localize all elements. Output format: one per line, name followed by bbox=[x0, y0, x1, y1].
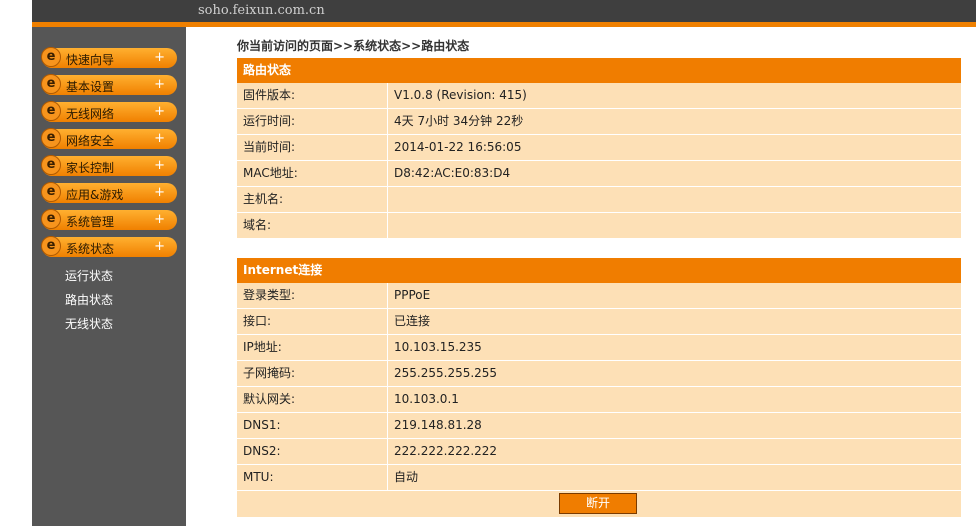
row-value: 10.103.15.235 bbox=[394, 340, 482, 354]
table-row: MAC地址: D8:42:AC:E0:83:D4 bbox=[237, 161, 961, 187]
menu-item-basic-settings[interactable]: e 基本设置 + bbox=[41, 74, 177, 95]
row-value: 222.222.222.222 bbox=[394, 444, 498, 458]
menu-item-label: 系统管理 bbox=[66, 215, 115, 229]
table-row: 运行时间: 4天 7小时 34分钟 22秒 bbox=[237, 109, 961, 135]
row-value: 2014-01-22 16:56:05 bbox=[394, 140, 522, 154]
phicomm-logo-icon: e bbox=[41, 101, 61, 121]
row-value: 10.103.0.1 bbox=[394, 392, 459, 406]
phicomm-logo-icon: e bbox=[41, 236, 61, 256]
menu-item-system-management[interactable]: e 系统管理 + bbox=[41, 209, 177, 230]
row-value: 4天 7小时 34分钟 22秒 bbox=[394, 114, 524, 128]
phicomm-logo-icon: e bbox=[41, 209, 61, 229]
breadcrumb: 你当前访问的页面>>系统状态>>路由状态 bbox=[237, 39, 470, 53]
menu-item-security[interactable]: e 网络安全 + bbox=[41, 128, 177, 149]
phicomm-logo-icon: e bbox=[41, 182, 61, 202]
row-key: MTU: bbox=[243, 470, 274, 484]
expand-plus-icon: + bbox=[154, 77, 165, 92]
menu-item-system-status[interactable]: e 系统状态 + bbox=[41, 236, 177, 257]
disconnect-button[interactable]: 断开 bbox=[559, 493, 637, 514]
row-key: 固件版本: bbox=[243, 88, 296, 102]
submenu-item-running-status[interactable]: 运行状态 bbox=[65, 269, 113, 293]
row-key: 默认网关: bbox=[243, 392, 296, 406]
table-row: DNS2: 222.222.222.222 bbox=[237, 439, 961, 465]
row-value: 自动 bbox=[394, 470, 419, 484]
row-key: 接口: bbox=[243, 314, 272, 328]
expand-plus-icon: + bbox=[154, 212, 165, 227]
submenu-item-router-status[interactable]: 路由状态 bbox=[65, 293, 113, 317]
menu-item-label: 无线网络 bbox=[66, 107, 115, 121]
expand-plus-icon: + bbox=[154, 158, 165, 173]
submenu-item-wireless-status[interactable]: 无线状态 bbox=[65, 317, 113, 341]
site-domain: soho.feixun.com.cn bbox=[198, 3, 325, 18]
row-key: 当前时间: bbox=[243, 140, 296, 154]
row-key: DNS2: bbox=[243, 444, 281, 458]
section-title: Internet连接 bbox=[237, 258, 961, 283]
row-key: 主机名: bbox=[243, 192, 284, 206]
phicomm-logo-icon: e bbox=[41, 155, 61, 175]
section-title: 路由状态 bbox=[237, 58, 961, 83]
table-row: 固件版本: V1.0.8 (Revision: 415) bbox=[237, 83, 961, 109]
expand-plus-icon: + bbox=[154, 104, 165, 119]
table-row: IP地址: 10.103.15.235 bbox=[237, 335, 961, 361]
row-key: 子网掩码: bbox=[243, 366, 296, 380]
row-key: MAC地址: bbox=[243, 166, 298, 180]
phicomm-logo-icon: e bbox=[41, 128, 61, 148]
row-key: 域名: bbox=[243, 218, 272, 232]
menu-item-label: 应用&游戏 bbox=[66, 188, 124, 202]
menu-item-wireless[interactable]: e 无线网络 + bbox=[41, 101, 177, 122]
expand-plus-icon: + bbox=[154, 50, 165, 65]
row-key: 运行时间: bbox=[243, 114, 296, 128]
table-row: 子网掩码: 255.255.255.255 bbox=[237, 361, 961, 387]
router-status-section: 路由状态 固件版本: V1.0.8 (Revision: 415) 运行时间: 4天… bbox=[237, 58, 961, 239]
row-value: V1.0.8 (Revision: 415) bbox=[394, 88, 527, 102]
table-row: 登录类型: PPPoE bbox=[237, 283, 961, 309]
sidebar-menu: e 快速向导 + e 基本设置 + e 无线网络 + e 网络安全 + e 家长… bbox=[41, 47, 177, 264]
table-row: 当前时间: 2014-01-22 16:56:05 bbox=[237, 135, 961, 161]
status-submenu: 运行状态 路由状态 无线状态 bbox=[65, 269, 113, 341]
menu-item-label: 网络安全 bbox=[66, 134, 115, 148]
expand-plus-icon: + bbox=[154, 131, 165, 146]
menu-item-quick-setup[interactable]: e 快速向导 + bbox=[41, 47, 177, 68]
menu-item-label: 基本设置 bbox=[66, 80, 115, 94]
expand-plus-icon: + bbox=[154, 239, 165, 254]
button-row: 断开 bbox=[237, 491, 961, 517]
row-key: 登录类型: bbox=[243, 288, 296, 302]
table-row: MTU: 自动 bbox=[237, 465, 961, 491]
menu-item-label: 快速向导 bbox=[66, 53, 115, 67]
phicomm-logo-icon: e bbox=[41, 74, 61, 94]
table-row: 域名: bbox=[237, 213, 961, 239]
menu-item-apps-games[interactable]: e 应用&游戏 + bbox=[41, 182, 177, 203]
expand-plus-icon: + bbox=[154, 185, 165, 200]
internet-connection-section: Internet连接 登录类型: PPPoE 接口: 已连接 IP地址: 10.103… bbox=[237, 258, 961, 517]
row-key: DNS1: bbox=[243, 418, 281, 432]
menu-item-parental-control[interactable]: e 家长控制 + bbox=[41, 155, 177, 176]
table-row: 默认网关: 10.103.0.1 bbox=[237, 387, 961, 413]
row-value: 已连接 bbox=[394, 314, 431, 328]
menu-item-label: 家长控制 bbox=[66, 161, 115, 175]
sidebar: e 快速向导 + e 基本设置 + e 无线网络 + e 网络安全 + e 家长… bbox=[32, 27, 186, 526]
table-row: DNS1: 219.148.81.28 bbox=[237, 413, 961, 439]
top-bar: soho.feixun.com.cn bbox=[32, 0, 976, 22]
phicomm-logo-icon: e bbox=[41, 47, 61, 67]
table-row: 主机名: bbox=[237, 187, 961, 213]
row-key: IP地址: bbox=[243, 340, 282, 354]
row-value: 255.255.255.255 bbox=[394, 366, 498, 380]
row-value: D8:42:AC:E0:83:D4 bbox=[394, 166, 511, 180]
menu-item-label: 系统状态 bbox=[66, 242, 115, 256]
row-value: PPPoE bbox=[394, 288, 431, 302]
table-row: 接口: 已连接 bbox=[237, 309, 961, 335]
row-value: 219.148.81.28 bbox=[394, 418, 482, 432]
